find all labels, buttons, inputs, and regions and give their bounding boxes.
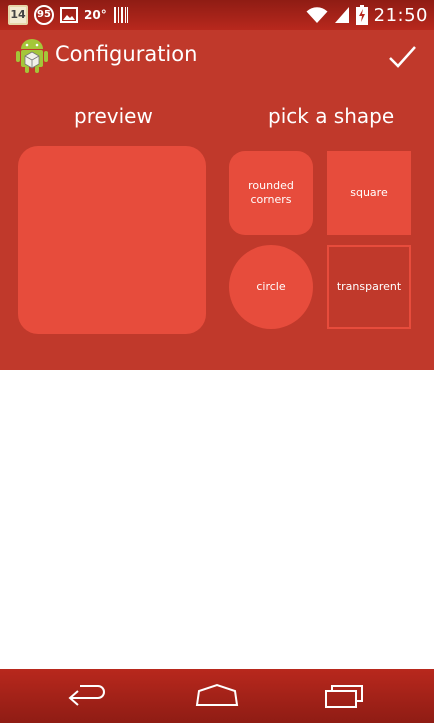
action-bar: Configuration xyxy=(0,30,434,84)
shape-option-label: rounded corners xyxy=(248,179,294,206)
navigation-bar xyxy=(0,669,434,723)
shape-preview xyxy=(18,146,206,334)
shape-option-circle[interactable]: circle xyxy=(229,245,313,329)
back-icon[interactable] xyxy=(56,679,116,713)
battery-charging-icon xyxy=(355,5,368,25)
clock-time: 21:50 xyxy=(373,4,428,26)
page-title: Configuration xyxy=(55,42,198,66)
shape-option-transparent[interactable]: transparent xyxy=(327,245,411,329)
barcode-icon xyxy=(113,7,128,23)
signal-icon xyxy=(334,7,349,23)
home-icon[interactable] xyxy=(187,679,247,713)
status-bar-notifications: 14 95 20° xyxy=(8,3,129,27)
status-bar-system: 21:50 xyxy=(306,2,428,28)
status-bar: 14 95 20° 21:50 xyxy=(0,0,434,30)
shape-option-label: circle xyxy=(256,280,286,293)
configuration-panel: preview pick a shape rounded corners squ… xyxy=(0,84,434,370)
notification-count-icon: 95 xyxy=(34,5,54,25)
wifi-icon xyxy=(306,7,328,23)
pick-shape-heading: pick a shape xyxy=(268,104,395,128)
recent-apps-icon[interactable] xyxy=(314,679,374,713)
check-icon[interactable] xyxy=(384,39,420,75)
temperature-text: 20° xyxy=(84,8,107,22)
preview-heading: preview xyxy=(74,104,153,128)
calendar-icon: 14 xyxy=(8,5,28,25)
shape-option-rounded[interactable]: rounded corners xyxy=(229,151,313,235)
android-icon[interactable] xyxy=(14,38,50,74)
shape-option-square[interactable]: square xyxy=(327,151,411,235)
gallery-icon xyxy=(60,7,78,23)
shape-option-label: transparent xyxy=(336,280,402,293)
shape-option-label: square xyxy=(350,186,388,199)
